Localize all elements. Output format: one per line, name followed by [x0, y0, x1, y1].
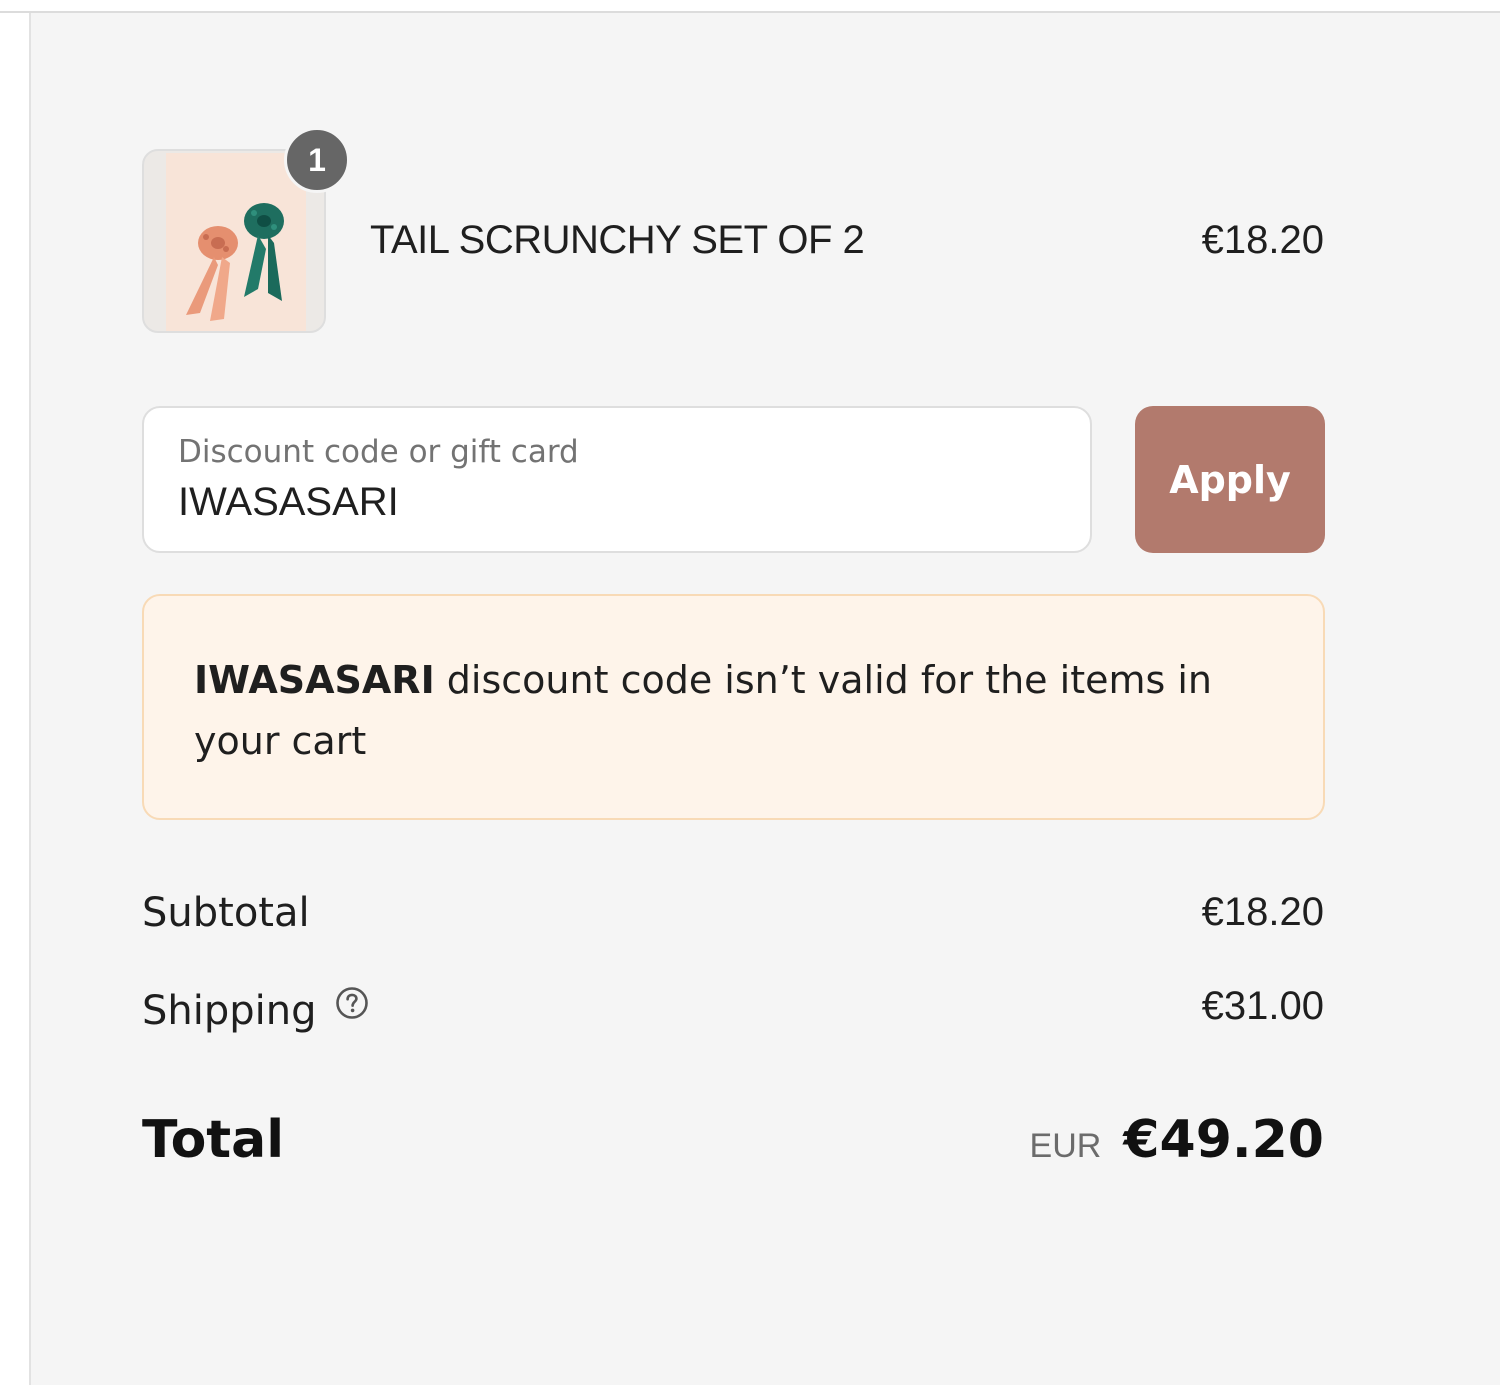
shipping-value: €31.00: [1201, 984, 1324, 1028]
scrunchy-illustration: [166, 153, 306, 331]
discount-warning-banner: IWASASARI discount code isn’t valid for …: [142, 594, 1325, 820]
subtotal-value: €18.20: [1201, 890, 1324, 934]
shipping-label: Shipping: [142, 988, 317, 1034]
total-value-group: EUR €49.20: [1030, 1110, 1324, 1170]
total-label: Total: [142, 1110, 285, 1170]
main-column-edge: [0, 13, 29, 1385]
product-photo: [166, 153, 306, 331]
total-amount: €49.20: [1123, 1110, 1324, 1170]
quantity-badge: 1: [284, 127, 350, 193]
discount-code-field[interactable]: Discount code or gift card IWASASARI: [142, 406, 1092, 553]
warning-discount-code: IWASASARI: [194, 658, 435, 702]
apply-discount-button[interactable]: Apply: [1135, 406, 1325, 553]
product-name: TAIL SCRUNCHY SET OF 2: [370, 218, 865, 262]
currency-code: EUR: [1029, 1127, 1102, 1165]
product-price: €18.20: [1201, 218, 1324, 262]
discount-field-value[interactable]: IWASASARI: [178, 480, 399, 525]
question-circle-icon[interactable]: [335, 984, 369, 1019]
shipping-row-label: Shipping: [142, 984, 369, 1034]
discount-field-label: Discount code or gift card: [178, 434, 579, 470]
subtotal-label: Subtotal: [142, 890, 310, 936]
